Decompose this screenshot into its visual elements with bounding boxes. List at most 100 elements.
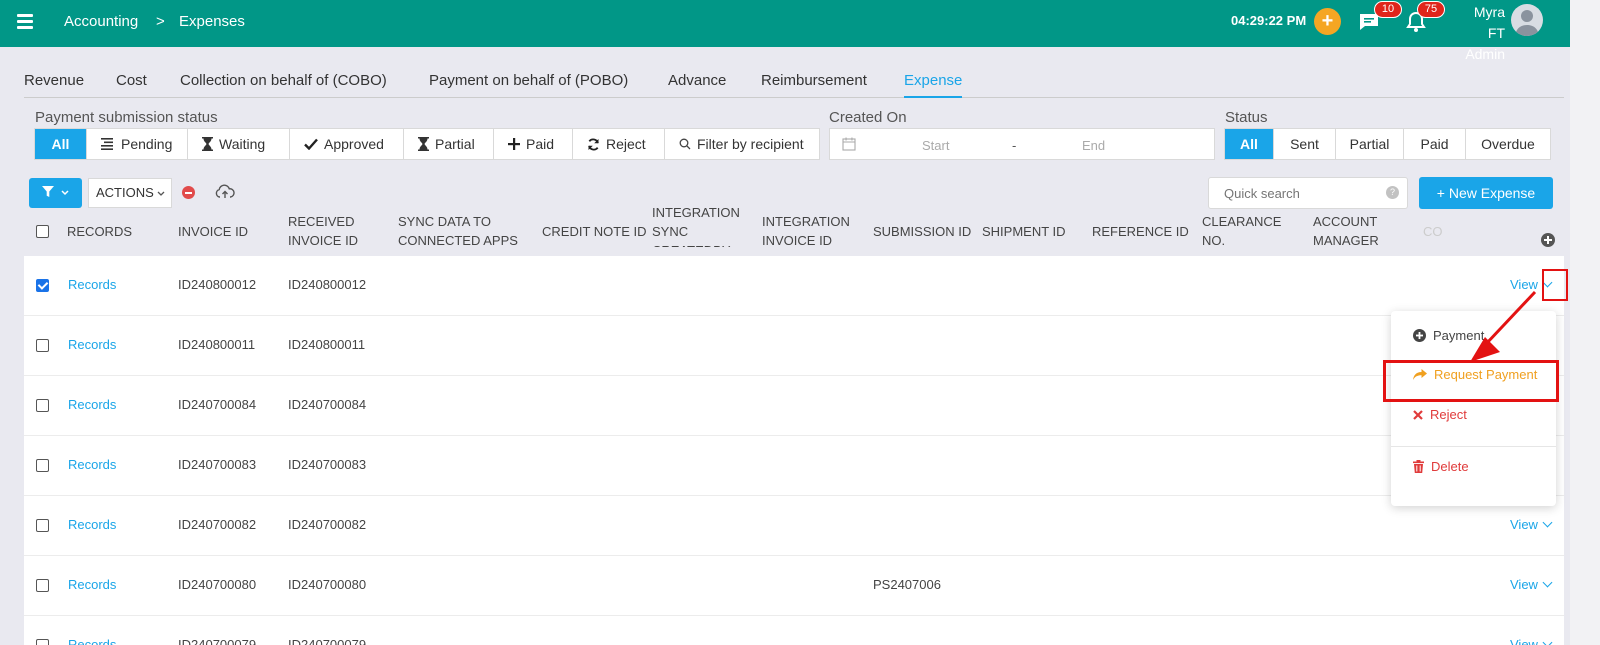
- table-row[interactable]: Records ID240800012 ID240800012 View: [24, 256, 1564, 316]
- menu-item-delete-label: Delete: [1431, 459, 1469, 474]
- filter-button[interactable]: [29, 178, 82, 208]
- col-invoice-id[interactable]: INVOICE ID: [178, 222, 248, 241]
- records-link[interactable]: Records: [68, 517, 116, 532]
- status-all-label: All: [1240, 136, 1258, 152]
- menu-item-delete[interactable]: Delete: [1413, 459, 1469, 474]
- add-column-icon[interactable]: [1541, 233, 1555, 247]
- records-link[interactable]: Records: [68, 397, 116, 412]
- tab-cobo[interactable]: Collection on behalf of (COBO): [180, 72, 387, 89]
- records-link[interactable]: Records: [68, 337, 116, 352]
- remove-icon[interactable]: [182, 186, 195, 199]
- col-shipment-id[interactable]: SHIPMENT ID: [982, 222, 1066, 241]
- payment-status-pending[interactable]: Pending: [87, 129, 188, 159]
- received-invoice-id: ID240800011: [288, 337, 366, 352]
- records-link[interactable]: Records: [68, 277, 116, 292]
- view-link[interactable]: View: [1510, 637, 1553, 645]
- records-link[interactable]: Records: [68, 577, 116, 592]
- payment-status-paid-label: Paid: [526, 136, 555, 152]
- col-integration-invoice-id[interactable]: INTEGRATION INVOICE ID: [762, 212, 862, 250]
- tab-pobo[interactable]: Payment on behalf of (POBO): [429, 72, 628, 89]
- breadcrumb-accounting[interactable]: Accounting: [64, 13, 138, 30]
- chevron-down-icon[interactable]: [1542, 517, 1553, 528]
- menu-icon[interactable]: [17, 14, 33, 29]
- payment-status-reject-label: Reject: [606, 136, 646, 152]
- col-records[interactable]: RECORDS: [67, 222, 132, 241]
- menu-item-reject[interactable]: Reject: [1413, 407, 1467, 422]
- quick-search-input[interactable]: [1208, 177, 1408, 209]
- payment-status-reject[interactable]: Reject: [573, 129, 665, 159]
- col-co-truncated[interactable]: CO: [1423, 222, 1443, 241]
- date-end[interactable]: End: [1082, 138, 1105, 153]
- chevron-down-icon[interactable]: [1542, 577, 1553, 588]
- status-paid-label: Paid: [1420, 136, 1449, 152]
- table-row[interactable]: Records ID240700084 ID240700084: [24, 376, 1564, 436]
- col-credit-note-id[interactable]: CREDIT NOTE ID: [542, 222, 647, 241]
- user-role: Admin: [1465, 46, 1505, 62]
- tab-cost[interactable]: Cost: [116, 72, 147, 89]
- col-integration-sync-createdby[interactable]: INTEGRATION SYNC CREATEDBY: [652, 203, 752, 247]
- payment-status-label: Payment submission status: [35, 109, 218, 126]
- date-start[interactable]: Start: [922, 138, 949, 153]
- payment-status-partial[interactable]: Partial: [404, 129, 494, 159]
- hourglass-icon: [418, 137, 429, 151]
- new-expense-button[interactable]: + New Expense: [1419, 177, 1553, 209]
- records-link[interactable]: Records: [68, 637, 116, 645]
- chevron-down-icon[interactable]: [1542, 637, 1553, 645]
- row-checkbox[interactable]: [36, 459, 49, 472]
- calendar-icon: [842, 137, 856, 151]
- funnel-icon: [42, 186, 55, 197]
- received-invoice-id: ID240700080: [288, 577, 367, 592]
- select-all-checkbox[interactable]: [36, 225, 49, 238]
- view-link[interactable]: View: [1510, 517, 1553, 532]
- payment-status-paid[interactable]: Paid: [494, 129, 573, 159]
- status-sent[interactable]: Sent: [1274, 129, 1336, 159]
- col-submission-id[interactable]: SUBMISSION ID: [873, 222, 971, 241]
- payment-status-all[interactable]: All: [35, 129, 87, 159]
- row-checkbox[interactable]: [36, 339, 49, 352]
- col-clearance-no[interactable]: CLEARANCE NO.: [1202, 212, 1292, 250]
- pointer-arrow-icon: [1470, 290, 1537, 362]
- status-paid[interactable]: Paid: [1404, 129, 1466, 159]
- table-row[interactable]: Records ID240700083 ID240700083: [24, 436, 1564, 496]
- records-link[interactable]: Records: [68, 457, 116, 472]
- date-separator: -: [1012, 138, 1017, 153]
- row-checkbox[interactable]: [36, 579, 49, 592]
- tab-advance[interactable]: Advance: [668, 72, 726, 89]
- tab-reimbursement[interactable]: Reimbursement: [761, 72, 867, 89]
- created-on-date-range[interactable]: Start - End: [829, 128, 1215, 160]
- col-received-invoice-id[interactable]: RECEIVED INVOICE ID: [288, 212, 378, 250]
- col-account-manager[interactable]: ACCOUNT MANAGER: [1313, 212, 1403, 250]
- row-checkbox[interactable]: [36, 519, 49, 532]
- row-checkbox[interactable]: [36, 279, 49, 292]
- col-sync-data[interactable]: SYNC DATA TO CONNECTED APPS: [398, 212, 528, 250]
- created-on-label: Created On: [829, 109, 907, 126]
- col-reference-id[interactable]: REFERENCE ID: [1092, 222, 1189, 241]
- chevron-down-icon: [61, 190, 69, 196]
- table-row[interactable]: Records ID240700079 ID240700079 View: [24, 616, 1564, 645]
- cloud-upload-icon[interactable]: [215, 184, 235, 200]
- user-info[interactable]: Myra FT Admin: [1455, 2, 1505, 65]
- tab-revenue[interactable]: Revenue: [24, 72, 84, 89]
- tab-expense[interactable]: Expense: [904, 72, 963, 98]
- view-link[interactable]: View: [1510, 577, 1553, 592]
- avatar[interactable]: [1511, 4, 1543, 36]
- status-partial[interactable]: Partial: [1336, 129, 1404, 159]
- status-filter: All Sent Partial Paid Overdue: [1224, 128, 1551, 160]
- received-invoice-id: ID240700084: [288, 397, 367, 412]
- table-row[interactable]: Records ID240700080 ID240700080 PS240700…: [24, 556, 1564, 616]
- row-checkbox[interactable]: [36, 399, 49, 412]
- payment-status-pending-label: Pending: [121, 136, 173, 152]
- actions-dropdown[interactable]: ACTIONS: [88, 178, 172, 208]
- page-scrollbar[interactable]: [1570, 0, 1600, 645]
- status-overdue[interactable]: Overdue: [1466, 129, 1550, 159]
- filter-by-recipient[interactable]: Filter by recipient: [665, 129, 819, 159]
- payment-status-filter: All Pending Waiting Approved Partial Pai…: [34, 128, 820, 160]
- table-row[interactable]: Records ID240700082 ID240700082 View: [24, 496, 1564, 556]
- table-row[interactable]: Records ID240800011 ID240800011: [24, 316, 1564, 376]
- payment-status-approved[interactable]: Approved: [290, 129, 404, 159]
- row-checkbox[interactable]: [36, 639, 49, 645]
- help-icon[interactable]: ?: [1386, 186, 1399, 199]
- status-all[interactable]: All: [1225, 129, 1274, 159]
- payment-status-waiting[interactable]: Waiting: [188, 129, 290, 159]
- quick-add-icon[interactable]: +: [1314, 8, 1341, 35]
